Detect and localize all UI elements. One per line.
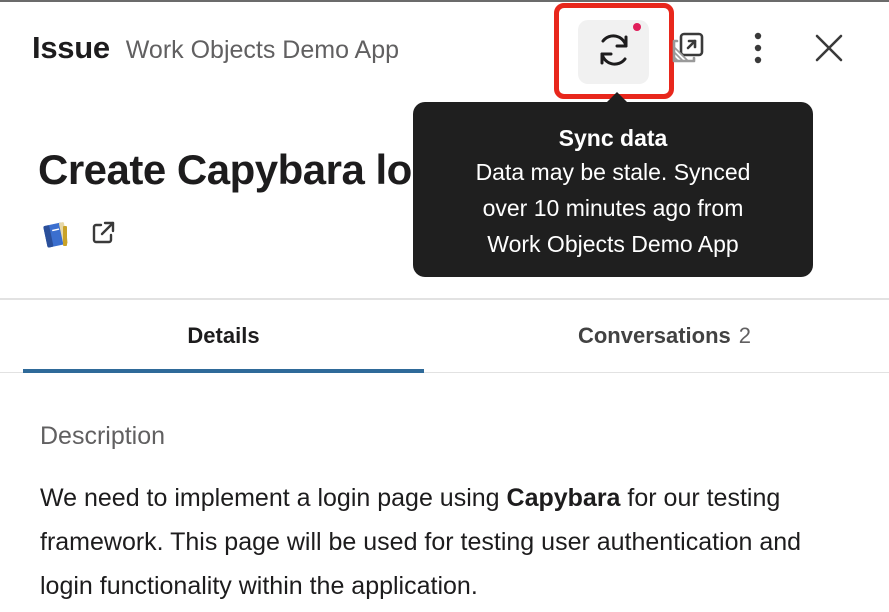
close-button[interactable] — [808, 30, 850, 70]
description-text-start: We need to implement a login page using — [40, 484, 507, 512]
sync-tooltip: Sync data Data may be stale. Synced over… — [413, 92, 813, 277]
open-in-new-window-icon — [670, 30, 706, 71]
tab-label: Details — [187, 323, 260, 348]
description-heading: Description — [40, 422, 166, 450]
tab-label: Conversations — [577, 323, 731, 348]
more-vertical-icon — [752, 31, 764, 70]
tooltip-title: Sync data — [558, 125, 668, 151]
sync-icon — [595, 31, 633, 74]
conversation-count: 2 — [738, 323, 752, 348]
active-tab-indicator — [23, 369, 424, 373]
description-bold-term: Capybara — [506, 484, 621, 512]
tooltip-line: Data may be stale. Synced — [475, 159, 751, 185]
tooltip-body: Data may be stale. Synced over 10 minute… — [453, 154, 773, 262]
external-link-icon[interactable] — [90, 220, 118, 248]
item-title: Create Capybara lo — [38, 146, 412, 193]
close-icon — [814, 33, 844, 68]
notification-dot — [633, 23, 641, 31]
tooltip-line: over 10 minutes ago from — [482, 195, 744, 221]
book-icon — [40, 220, 70, 248]
open-in-new-window-button[interactable] — [668, 30, 708, 70]
tab-bar: Details Conversations 2 — [0, 300, 889, 373]
window-top-border — [0, 0, 889, 2]
tab-details[interactable]: Details — [23, 300, 424, 373]
tab-conversations[interactable]: Conversations 2 — [440, 300, 889, 372]
panel-header: Issue Work Objects Demo App — [32, 30, 399, 66]
more-actions-button[interactable] — [740, 30, 776, 70]
tooltip-line: Work Objects Demo App — [487, 231, 739, 257]
app-name-label: Work Objects Demo App — [125, 36, 400, 64]
description-text: We need to implement a login page using … — [40, 476, 860, 608]
object-type-label: Issue — [32, 30, 110, 65]
